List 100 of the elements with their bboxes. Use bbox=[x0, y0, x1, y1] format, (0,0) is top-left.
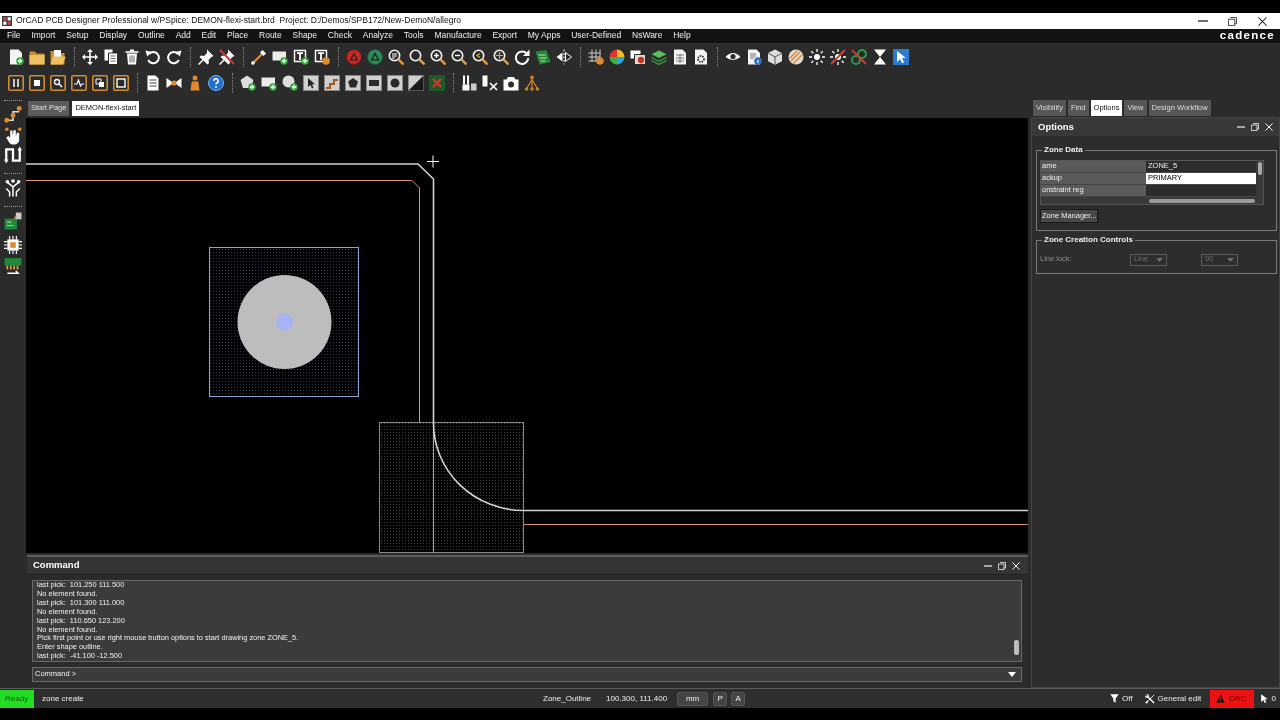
hourglass-icon[interactable] bbox=[872, 49, 888, 65]
copy-tile-icon[interactable] bbox=[92, 75, 108, 91]
add-circle-icon[interactable] bbox=[282, 75, 298, 91]
menu-item[interactable]: Tools bbox=[398, 31, 429, 41]
toggle-button[interactable]: A bbox=[731, 691, 746, 706]
route-icon[interactable] bbox=[4, 105, 22, 123]
zoom-out-icon[interactable] bbox=[451, 49, 467, 65]
open-folder-icon[interactable] bbox=[50, 49, 66, 65]
refresh-icon[interactable] bbox=[514, 49, 530, 65]
scrollbar-thumb[interactable] bbox=[1149, 198, 1255, 203]
menu-item[interactable]: Place bbox=[221, 31, 254, 41]
pins-icon[interactable] bbox=[461, 75, 477, 91]
menu-item[interactable]: Import bbox=[26, 31, 61, 41]
menu-item[interactable]: Edit bbox=[196, 31, 222, 41]
add-polygon-icon[interactable] bbox=[240, 75, 256, 91]
striped-disc-icon[interactable] bbox=[788, 49, 804, 65]
menu-item[interactable]: Display bbox=[93, 31, 133, 41]
zoom-fit-icon[interactable] bbox=[493, 49, 509, 65]
sun-crossed-icon[interactable] bbox=[830, 49, 846, 65]
bowtie-icon[interactable] bbox=[166, 75, 182, 91]
unpin-icon[interactable] bbox=[219, 49, 235, 65]
camera-icon[interactable] bbox=[503, 75, 519, 91]
circle-tile-icon[interactable] bbox=[387, 75, 403, 91]
pencil-line-icon[interactable] bbox=[251, 49, 267, 65]
cube-icon[interactable] bbox=[767, 49, 783, 65]
pointer-tile-icon[interactable] bbox=[893, 49, 909, 65]
zoom-icon[interactable] bbox=[409, 49, 425, 65]
new-file-icon[interactable] bbox=[8, 49, 24, 65]
sun-icon[interactable] bbox=[809, 49, 825, 65]
add-text-icon[interactable] bbox=[293, 49, 309, 65]
filled-square-tile-icon[interactable] bbox=[29, 75, 45, 91]
menu-item[interactable]: Shape bbox=[287, 31, 323, 41]
spreadsheet-icon[interactable] bbox=[672, 49, 688, 65]
wave-tile-icon[interactable] bbox=[71, 75, 87, 91]
menu-item[interactable]: Export bbox=[487, 31, 523, 41]
move-icon[interactable] bbox=[82, 49, 98, 65]
minimize-icon[interactable] bbox=[1198, 20, 1209, 22]
magnifier-tile-icon[interactable] bbox=[50, 75, 66, 91]
document-icon[interactable] bbox=[145, 75, 161, 91]
copy-icon[interactable] bbox=[103, 49, 119, 65]
undo-icon[interactable] bbox=[145, 49, 161, 65]
windows-icon[interactable] bbox=[630, 49, 646, 65]
menu-item[interactable]: Setup bbox=[60, 31, 94, 41]
pin-icon[interactable] bbox=[198, 49, 214, 65]
scrollbar-thumb[interactable] bbox=[1014, 640, 1019, 655]
zoom-previous-icon[interactable] bbox=[472, 49, 488, 65]
network-icon[interactable] bbox=[524, 75, 540, 91]
square-tile-icon[interactable] bbox=[113, 75, 129, 91]
add-rectangle-icon[interactable] bbox=[272, 49, 288, 65]
filter-button[interactable]: Off bbox=[1110, 693, 1133, 704]
menu-item[interactable]: My Apps bbox=[522, 31, 566, 41]
trash-icon[interactable] bbox=[124, 49, 140, 65]
zoom-area-icon[interactable] bbox=[388, 49, 404, 65]
scrollbar-thumb[interactable] bbox=[1257, 162, 1262, 175]
folder-icon[interactable] bbox=[29, 49, 45, 65]
bar-cross-icon[interactable] bbox=[482, 75, 498, 91]
edit-text-icon[interactable] bbox=[314, 49, 330, 65]
fanout-icon[interactable] bbox=[4, 179, 22, 197]
menu-item[interactable]: Analyze bbox=[357, 31, 399, 41]
board-plug-icon[interactable] bbox=[4, 212, 22, 230]
document-info-icon[interactable] bbox=[746, 49, 762, 65]
pentagon-tile-icon[interactable] bbox=[345, 75, 361, 91]
zoom-in-icon[interactable] bbox=[430, 49, 446, 65]
board-icon[interactable] bbox=[535, 49, 551, 65]
menu-item[interactable]: Help bbox=[667, 31, 697, 41]
document-gear-icon[interactable] bbox=[693, 49, 709, 65]
menu-item[interactable]: File bbox=[1, 31, 26, 41]
help-icon[interactable] bbox=[208, 75, 224, 91]
menu-item[interactable]: NsWare bbox=[626, 31, 668, 41]
selection-count[interactable]: 0 bbox=[1259, 693, 1276, 704]
menu-item[interactable]: Manufacture bbox=[429, 31, 488, 41]
chip-icon[interactable] bbox=[4, 236, 22, 254]
loop-arrows-icon[interactable] bbox=[4, 146, 22, 164]
triangle-disc-icon[interactable] bbox=[367, 49, 383, 65]
menu-item[interactable]: Outline bbox=[132, 31, 171, 41]
menu-item[interactable]: Route bbox=[253, 31, 288, 41]
menu-item[interactable]: User-Defined bbox=[565, 31, 627, 41]
triangle-tile-icon[interactable] bbox=[408, 75, 424, 91]
hand-icon[interactable] bbox=[4, 127, 22, 145]
steps-tile-icon[interactable] bbox=[324, 75, 340, 91]
toggle-button[interactable]: P bbox=[713, 691, 728, 706]
slashed-link-icon[interactable] bbox=[851, 49, 867, 65]
pcb-canvas[interactable] bbox=[26, 118, 1028, 553]
triangle-disc-icon[interactable] bbox=[346, 49, 362, 65]
pins-tile-icon[interactable] bbox=[8, 75, 24, 91]
connector-icon[interactable] bbox=[4, 257, 22, 275]
rectangle-tile-icon[interactable] bbox=[366, 75, 382, 91]
mode-button[interactable]: General edit bbox=[1144, 693, 1202, 704]
close-icon[interactable] bbox=[1257, 16, 1267, 26]
select-tile-icon[interactable] bbox=[303, 75, 319, 91]
restore-icon[interactable] bbox=[1228, 16, 1238, 26]
color-wheel-icon[interactable] bbox=[609, 49, 625, 65]
menu-item[interactable]: Add bbox=[170, 31, 197, 41]
mirror-icon[interactable] bbox=[556, 49, 572, 65]
layers-icon[interactable] bbox=[651, 49, 667, 65]
redo-icon[interactable] bbox=[166, 49, 182, 65]
menu-item[interactable]: Check bbox=[322, 31, 358, 41]
units-selector[interactable]: mm bbox=[677, 691, 709, 706]
add-rectangle-icon[interactable] bbox=[261, 75, 277, 91]
caret-icon[interactable] bbox=[1008, 672, 1016, 677]
